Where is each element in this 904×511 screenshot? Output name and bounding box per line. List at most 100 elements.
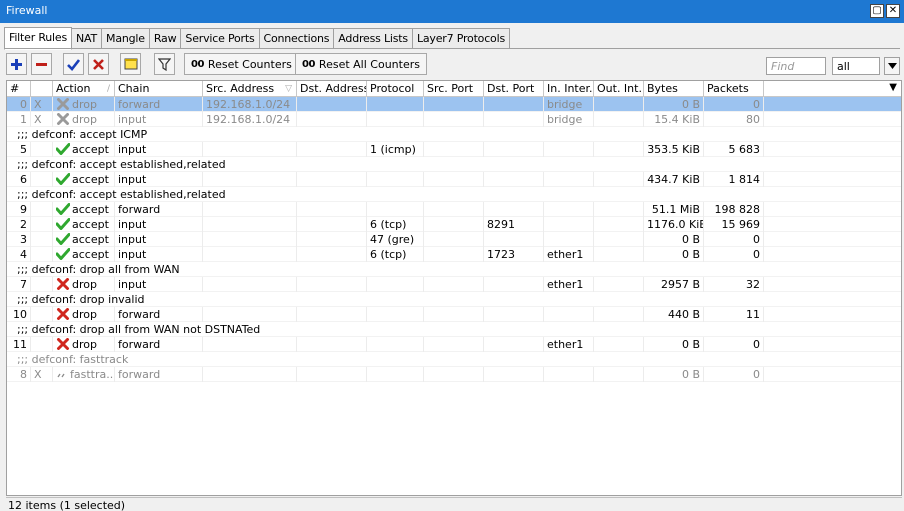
column-header-packets[interactable]: Packets	[704, 81, 764, 97]
column-header-label: Bytes	[647, 82, 678, 95]
reset-counters-button[interactable]: 00 Reset Counters	[184, 53, 299, 75]
cell-action-text: drop	[72, 308, 97, 321]
column-header-num[interactable]: #	[7, 81, 31, 97]
cell-action: accept	[53, 172, 115, 187]
column-header-flag[interactable]	[31, 81, 53, 97]
tab-connections[interactable]: Connections	[259, 28, 335, 49]
cell-bytes: 0 B	[644, 247, 704, 262]
cell-chain-text: input	[118, 218, 147, 231]
column-header-label: Packets	[707, 82, 749, 95]
cell-bytes-text: 0 B	[681, 338, 700, 351]
cell-src	[203, 217, 297, 232]
cell-proto	[367, 277, 424, 292]
table-row[interactable]: 10 drop forward 440 B 11	[7, 307, 901, 322]
cell-chain: input	[115, 247, 203, 262]
rule-comment-row[interactable]: ;;; defconf: drop all from WAN not DSTNA…	[7, 322, 901, 337]
column-header-dport[interactable]: Dst. Port	[484, 81, 544, 97]
reset-all-counters-button[interactable]: 00 Reset All Counters	[295, 53, 427, 75]
cell-action: accept	[53, 247, 115, 262]
column-header-dst[interactable]: Dst. Address	[297, 81, 367, 97]
table-row[interactable]: 3 accept input 47 (gre) 0 B 0	[7, 232, 901, 247]
cell-num-text: 6	[20, 173, 27, 186]
cell-num-text: 11	[13, 338, 27, 351]
cell-inif	[544, 307, 594, 322]
cell-action-text: fasttra...	[70, 368, 115, 381]
tab-filter-rules[interactable]: Filter Rules	[4, 27, 73, 50]
tab-service-ports[interactable]: Service Ports	[181, 28, 260, 49]
cell-num-text: 7	[20, 278, 27, 291]
column-header-chain[interactable]: Chain	[115, 81, 203, 97]
cell-inif	[544, 217, 594, 232]
rule-comment-row[interactable]: ;;; defconf: drop invalid	[7, 292, 901, 307]
drop-cross-icon	[57, 113, 69, 125]
cell-proto-text: 1 (icmp)	[370, 143, 416, 156]
column-header-sport[interactable]: Src. Port	[424, 81, 484, 97]
rule-comment-row[interactable]: ;;; defconf: fasttrack	[7, 352, 901, 367]
cell-action-text: drop	[72, 98, 97, 111]
column-header-proto[interactable]: Protocol	[367, 81, 424, 97]
comment-button[interactable]	[120, 53, 141, 75]
column-header-label: #	[10, 82, 20, 95]
column-header-bytes[interactable]: Bytes	[644, 81, 704, 97]
rule-comment: ;;; defconf: accept established,related	[17, 158, 226, 171]
rule-comment-row[interactable]: ;;; defconf: drop all from WAN	[7, 262, 901, 277]
cell-inif-text: ether1	[547, 338, 584, 351]
remove-button[interactable]	[31, 53, 52, 75]
disable-button[interactable]	[88, 53, 109, 75]
rule-comment-row[interactable]: ;;; defconf: accept established,related	[7, 157, 901, 172]
cell-packets: 0	[704, 367, 764, 382]
find-input[interactable]: Find	[766, 57, 826, 75]
reset-all-counters-label: Reset All Counters	[318, 57, 420, 71]
tab-layer7-protocols[interactable]: Layer7 Protocols	[412, 28, 510, 49]
table-row[interactable]: 0 Xdrop forward 192.168.1.0/24 bridge 0 B0	[7, 97, 901, 112]
cell-chain: forward	[115, 202, 203, 217]
column-menu-icon[interactable]: ▼	[889, 82, 897, 93]
title-bar: Firewall ▢ ✕	[0, 0, 904, 23]
filter-select[interactable]: all	[832, 57, 880, 75]
cell-action: accept	[53, 217, 115, 232]
filter-button[interactable]	[154, 53, 175, 75]
cell-action-text: accept	[72, 203, 109, 216]
cell-bytes: 1176.0 KiB	[644, 217, 704, 232]
cell-chain-text: input	[118, 143, 147, 156]
table-row[interactable]: 11 drop forward ether1 0 B 0	[7, 337, 901, 352]
table-row[interactable]: 9 accept forward 51.1 MiB 198 828	[7, 202, 901, 217]
table-row[interactable]: 5 accept input 1 (icmp) 353.5 KiB 5 683	[7, 142, 901, 157]
rule-comment-row[interactable]: ;;; defconf: accept established,related	[7, 187, 901, 202]
cell-packets: 198 828	[704, 202, 764, 217]
tab-mangle[interactable]: Mangle	[102, 28, 150, 49]
tab-address-lists[interactable]: Address Lists	[334, 28, 413, 49]
table-row[interactable]: 2 accept input 6 (tcp) 8291 1176.0 KiB 15 969	[7, 217, 901, 232]
column-header-outif[interactable]: Out. Int...	[594, 81, 644, 97]
status-text: 12 items (1 selected)	[8, 499, 126, 511]
cell-packets: 0	[704, 247, 764, 262]
cell-bytes-text: 0 B	[681, 98, 700, 111]
column-header-label: Dst. Port	[487, 82, 535, 95]
add-button[interactable]	[6, 53, 27, 75]
table-row[interactable]: 7 drop input ether1 2957 B 32	[7, 277, 901, 292]
cell-chain-text: input	[118, 233, 147, 246]
column-header-inif[interactable]: In. Inter...	[544, 81, 594, 97]
close-icon[interactable]: ✕	[886, 4, 900, 18]
enable-button[interactable]	[63, 53, 84, 75]
filter-rules-table: ▼ # Action / Chain Src. Address ▽ Dst. Address…	[6, 80, 902, 496]
table-row[interactable]: 8 Xfasttra... forward 0 B 0	[7, 367, 901, 382]
cell-dst	[297, 112, 367, 127]
cell-proto	[367, 202, 424, 217]
table-row[interactable]: 1 Xdrop input 192.168.1.0/24 bridge 15.4 KiB 8…	[7, 112, 901, 127]
cell-num-text: 4	[20, 248, 27, 261]
restore-icon[interactable]: ▢	[870, 4, 884, 18]
column-header-src[interactable]: Src. Address ▽	[203, 81, 297, 97]
drop-cross-icon	[57, 338, 69, 350]
table-row[interactable]: 6 accept input 434.7 KiB 1 814	[7, 172, 901, 187]
cell-dport	[484, 142, 544, 157]
tab-nat[interactable]: NAT	[72, 28, 103, 49]
table-row[interactable]: 4 accept input 6 (tcp) 1723 ether1 0 B 0	[7, 247, 901, 262]
cell-flag	[31, 232, 53, 247]
rule-comment-row[interactable]: ;;; defconf: accept ICMP	[7, 127, 901, 142]
cell-action: drop	[53, 307, 115, 322]
cell-flag-text: X	[34, 98, 42, 111]
filter-select-arrow[interactable]	[884, 57, 900, 75]
tab-raw[interactable]: Raw	[149, 28, 182, 49]
column-header-action[interactable]: Action /	[53, 81, 115, 97]
